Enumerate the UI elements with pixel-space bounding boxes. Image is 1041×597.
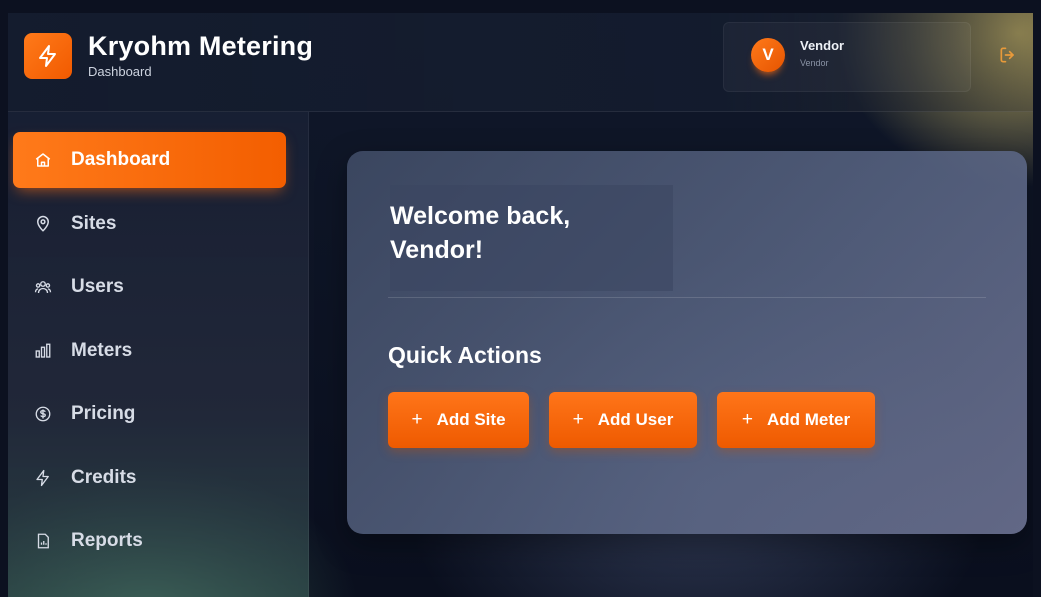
- button-label: Add Site: [436, 410, 506, 429]
- welcome-line-2: Vendor!: [390, 236, 484, 264]
- logo-lightning-icon: [24, 33, 72, 79]
- plus-icon: +: [411, 409, 423, 430]
- divider: [388, 297, 986, 298]
- home-icon: [33, 150, 53, 170]
- sidebar-item-reports[interactable]: Reports: [13, 513, 286, 569]
- sidebar: Dashboard Sites Users Meters Pricing Cre…: [8, 112, 309, 597]
- sidebar-item-label: Credits: [71, 467, 137, 488]
- sidebar-item-label: Dashboard: [71, 149, 171, 170]
- file-chart-icon: [33, 531, 53, 551]
- page-subtitle: Dashboard: [88, 64, 152, 79]
- button-label: Add User: [597, 410, 674, 429]
- top-header: Kryohm Metering Dashboard V Vendor Vendo…: [8, 13, 1033, 112]
- lightning-icon: [33, 468, 53, 488]
- sidebar-item-users[interactable]: Users: [13, 259, 286, 315]
- sidebar-item-credits[interactable]: Credits: [13, 450, 286, 506]
- sidebar-item-label: Meters: [71, 340, 133, 361]
- welcome-heading: Welcome back, Vendor!: [390, 199, 660, 267]
- add-meter-button[interactable]: + Add Meter: [717, 392, 875, 448]
- plus-icon: +: [572, 409, 584, 430]
- quick-actions-title: Quick Actions: [388, 342, 542, 368]
- user-profile-card[interactable]: V Vendor Vendor: [723, 22, 971, 92]
- map-pin-icon: [33, 214, 53, 234]
- sidebar-item-pricing[interactable]: Pricing: [13, 386, 286, 442]
- bar-chart-icon: [33, 341, 53, 361]
- welcome-block: Welcome back, Vendor!: [390, 185, 673, 291]
- sidebar-item-label: Users: [71, 276, 124, 297]
- sidebar-item-sites[interactable]: Sites: [13, 196, 286, 252]
- sidebar-item-label: Sites: [71, 213, 117, 234]
- sidebar-item-meters[interactable]: Meters: [13, 323, 286, 379]
- user-role: Vendor: [800, 58, 829, 68]
- logout-icon[interactable]: [998, 45, 1018, 65]
- welcome-card: Welcome back, Vendor! Quick Actions + Ad…: [347, 151, 1027, 534]
- welcome-line-1: Welcome back,: [390, 202, 571, 230]
- add-site-button[interactable]: + Add Site: [388, 392, 529, 448]
- app-window: Kryohm Metering Dashboard V Vendor Vendo…: [8, 13, 1033, 597]
- user-name: Vendor: [800, 38, 845, 53]
- button-label: Add Meter: [766, 410, 851, 429]
- plus-icon: +: [741, 409, 753, 430]
- avatar: V: [751, 38, 785, 72]
- dollar-circle-icon: [33, 404, 53, 424]
- add-user-button[interactable]: + Add User: [549, 392, 697, 448]
- app-title: Kryohm Metering: [88, 31, 314, 61]
- sidebar-item-label: Pricing: [71, 403, 136, 424]
- users-icon: [33, 277, 53, 297]
- sidebar-item-dashboard[interactable]: Dashboard: [13, 132, 286, 188]
- sidebar-item-label: Reports: [71, 530, 143, 551]
